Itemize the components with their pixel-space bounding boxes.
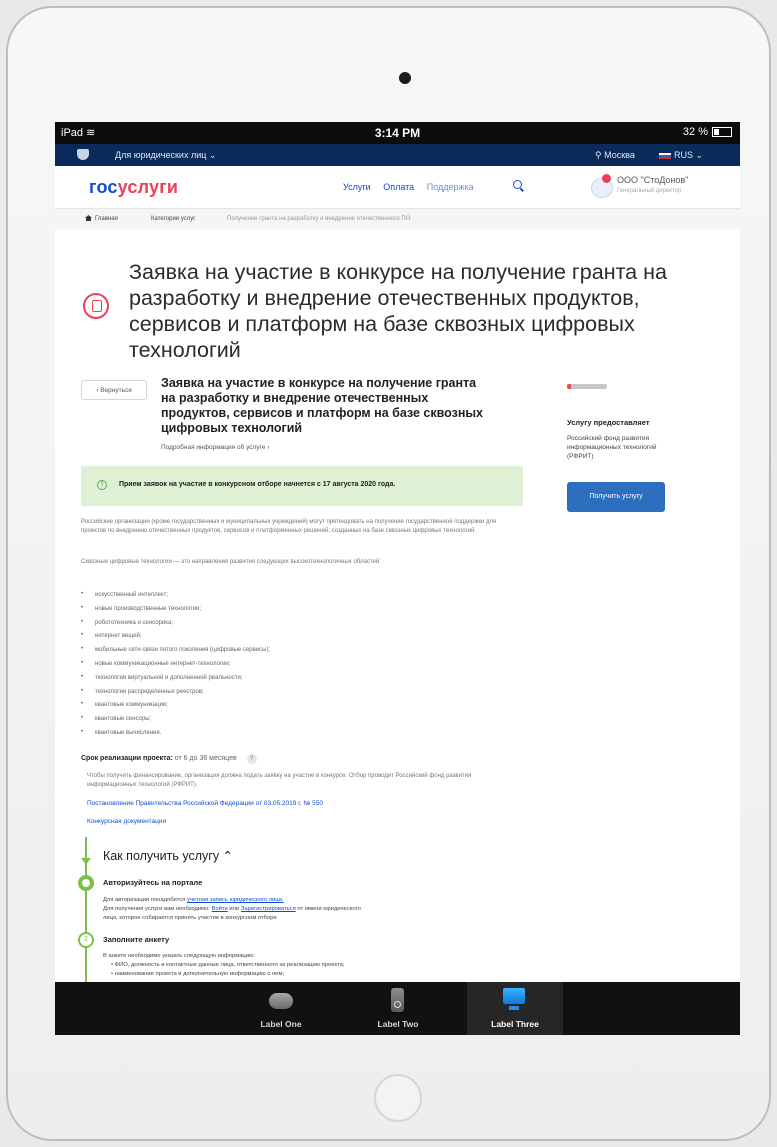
main-nav: Услуги Оплата Поддержка <box>343 182 484 192</box>
list-item: новые коммуникационные интернет-технолог… <box>81 660 481 675</box>
how-to-get-heading[interactable]: Как получить услугу ⌃ <box>103 848 233 863</box>
term-label: Срок реализации проекта: <box>81 755 173 762</box>
gosuslugi-logo[interactable]: госуслуги <box>89 177 178 198</box>
battery-status: 32 % <box>683 126 732 138</box>
service-icon <box>83 293 109 319</box>
list-item: мобильные сети связи пятого поколения (ц… <box>81 646 481 661</box>
get-service-button[interactable]: Получить услугу <box>567 482 665 512</box>
step-2-title: Заполните анкету <box>103 935 170 944</box>
intro-text: Российские организации (кроме государств… <box>81 519 497 534</box>
list-item: технологии распределенных реестров; <box>81 688 481 703</box>
search-icon[interactable] <box>513 180 522 189</box>
account-link[interactable]: учетная запись юридического лица. <box>187 897 284 903</box>
language-selector[interactable]: RUS ⌄ <box>659 150 703 161</box>
info-icon: ! <box>97 480 107 490</box>
nav-support[interactable]: Поддержка <box>427 182 474 192</box>
list-item: робототехника и сенсорика; <box>81 619 481 634</box>
notice-text: Прием заявок на участие в конкурсном отб… <box>119 481 396 488</box>
top-nav-bar: Для юридических лиц ⌄ ⚲ Москва RUS ⌄ <box>55 144 740 166</box>
list-item: искусственный интеллект; <box>81 591 481 606</box>
clock: 3:14 PM <box>374 126 421 140</box>
list-item: новые производственные технологии; <box>81 605 481 620</box>
decree-link[interactable]: Постановление Правительства Российской Ф… <box>87 800 323 807</box>
more-info-link[interactable]: Подробная информация об услуге › <box>161 444 269 451</box>
organization-name[interactable]: ООО "СтоДонов" <box>617 175 688 185</box>
list-item: технологии виртуальной и дополненной реа… <box>81 674 481 689</box>
battery-icon <box>712 127 732 138</box>
monitor-icon <box>503 988 525 1010</box>
home-button[interactable] <box>374 1074 422 1122</box>
tab-label-three[interactable]: Label Three <box>467 982 563 1035</box>
provider-heading: Услугу предоставляет <box>567 418 650 427</box>
gamepad-icon <box>269 993 293 1009</box>
screen: iPad ≋ 3:14 PM 32 % Для юридических лиц … <box>55 122 740 1035</box>
funding-text: Чтобы получить финансирование, организац… <box>87 773 472 788</box>
tab-label-two[interactable]: Label Two <box>350 982 446 1035</box>
register-link[interactable]: Зарегистрироваться <box>241 906 296 912</box>
breadcrumb: Главная Категории услуг Получение гранта… <box>55 209 740 229</box>
nav-services[interactable]: Услуги <box>343 182 371 192</box>
ipod-icon <box>391 988 404 1012</box>
list-item: квантовые коммуникации; <box>81 701 481 716</box>
step-1-title: Авторизуйтесь на портале <box>103 878 203 887</box>
flag-icon <box>659 152 671 159</box>
tab-label-one[interactable]: Label One <box>233 982 329 1035</box>
list-item: интернет вещей; <box>81 632 481 647</box>
login-link[interactable]: Войти <box>212 906 228 912</box>
service-title: Заявка на участие в конкурсе на получени… <box>161 376 484 435</box>
nav-payment[interactable]: Оплата <box>383 182 414 192</box>
organization-role: Генеральный директор <box>617 188 682 194</box>
emblem-icon <box>77 149 89 160</box>
help-icon[interactable]: ? <box>246 754 257 764</box>
project-term: Срок реализации проекта: от 6 до 36 меся… <box>81 754 257 764</box>
camera-dot <box>399 72 411 84</box>
site-header: госуслуги Услуги Оплата Поддержка ООО "С… <box>55 166 740 209</box>
arrow-down-icon <box>81 858 91 865</box>
list-item: квантовые сенсоры; <box>81 715 481 730</box>
notice-banner: ! Прием заявок на участие в конкурсном о… <box>81 466 523 506</box>
breadcrumb-current: Получение гранта на разработку и внедрен… <box>227 216 411 222</box>
breadcrumb-home[interactable]: Главная <box>95 216 118 222</box>
home-icon <box>85 215 92 221</box>
legal-entity-selector[interactable]: Для юридических лиц ⌄ <box>115 150 216 161</box>
term-value: от 6 до 36 месяцев <box>174 755 237 762</box>
step-1-marker <box>78 875 94 891</box>
ios-status-bar: iPad ≋ 3:14 PM 32 % <box>55 122 740 144</box>
provider-logo <box>567 384 607 389</box>
step-2-text: В анкете необходимо указать следующую ин… <box>103 953 345 977</box>
technologies-list: искусственный интеллект; новые производс… <box>81 591 481 744</box>
back-button[interactable]: ‹ Вернуться <box>81 380 147 400</box>
page-title: Заявка на участие в конкурсе на получени… <box>129 260 667 362</box>
documents-link[interactable]: Конкурсная документация <box>87 818 166 825</box>
step-2-marker: 2 <box>78 932 94 948</box>
step-1-text: Для авторизации понадобится учетная запи… <box>103 897 361 921</box>
provider-name: Российский фонд развития информационных … <box>567 435 657 460</box>
technologies-intro: Сквозные цифровые технологии — это напра… <box>81 559 381 565</box>
tab-bar: Label One Label Two Label Three <box>55 982 740 1035</box>
list-item: квантовые вычисления. <box>81 729 481 744</box>
city-selector[interactable]: ⚲ Москва <box>595 150 635 161</box>
notification-badge <box>602 174 611 183</box>
breadcrumb-categories[interactable]: Категории услуг <box>151 216 195 222</box>
